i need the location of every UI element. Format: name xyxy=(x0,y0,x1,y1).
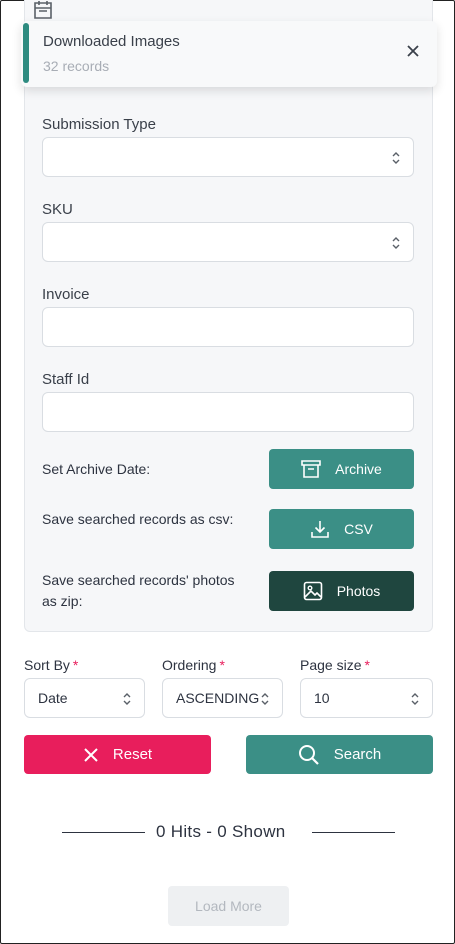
photos-button[interactable]: Photos xyxy=(269,571,414,611)
sort-by-select[interactable]: Date xyxy=(24,678,145,718)
sku-label: SKU xyxy=(42,201,73,218)
chevron-up-down-icon xyxy=(392,237,400,249)
chevron-up-down-icon xyxy=(261,693,269,705)
download-icon xyxy=(311,521,329,538)
archive-label: Set Archive Date: xyxy=(42,461,151,477)
sku-select[interactable] xyxy=(42,222,414,262)
sort-by-label: Sort By * xyxy=(24,657,79,673)
page-size-select[interactable]: 10 xyxy=(300,678,433,718)
staff-id-label: Staff Id xyxy=(42,371,90,388)
archive-button-label: Archive xyxy=(335,461,382,477)
invoice-label: Invoice xyxy=(42,286,90,303)
toast-subtitle: 32 records xyxy=(43,58,110,74)
calendar-icon xyxy=(34,1,52,19)
close-icon[interactable] xyxy=(405,43,421,59)
ordering-label: Ordering * xyxy=(162,657,225,673)
chevron-up-down-icon xyxy=(411,693,419,705)
archive-box-icon xyxy=(301,460,321,478)
sort-by-value: Date xyxy=(38,690,68,706)
page-size-value: 10 xyxy=(314,690,330,706)
download-toast: Downloaded Images 32 records xyxy=(21,21,437,87)
csv-button[interactable]: CSV xyxy=(269,509,414,549)
photos-label: Save searched records' photos as zip: xyxy=(42,572,235,609)
x-icon xyxy=(84,747,98,762)
submission-type-label: Submission Type xyxy=(42,116,156,133)
submission-type-select[interactable] xyxy=(42,137,414,177)
photos-button-label: Photos xyxy=(336,583,381,599)
invoice-input[interactable] xyxy=(42,307,414,347)
page-size-label: Page size * xyxy=(300,657,370,673)
chevron-up-down-icon xyxy=(123,693,131,705)
divider-right xyxy=(312,832,395,833)
toast-accent-bar xyxy=(23,23,29,83)
toast-title: Downloaded Images xyxy=(43,33,180,50)
image-icon xyxy=(303,581,323,601)
csv-button-label: CSV xyxy=(344,521,373,537)
reset-button-label: Reset xyxy=(112,746,153,763)
divider-left xyxy=(62,832,145,833)
reset-button[interactable]: Reset xyxy=(24,735,211,774)
archive-button[interactable]: Archive xyxy=(269,449,414,489)
search-button-label: Search xyxy=(333,746,382,763)
chevron-up-down-icon xyxy=(392,152,400,164)
load-more-button[interactable]: Load More xyxy=(168,886,289,926)
results-summary: 0 Hits - 0 Shown xyxy=(156,822,286,841)
staff-id-input[interactable] xyxy=(42,392,414,432)
ordering-select[interactable]: ASCENDING xyxy=(162,678,283,718)
ordering-value: ASCENDING xyxy=(176,690,260,706)
page-frame: Downloaded Images 32 records Submission … xyxy=(0,0,455,944)
search-button[interactable]: Search xyxy=(246,735,433,774)
csv-label: Save searched records as csv: xyxy=(42,511,234,527)
search-icon xyxy=(298,744,319,765)
